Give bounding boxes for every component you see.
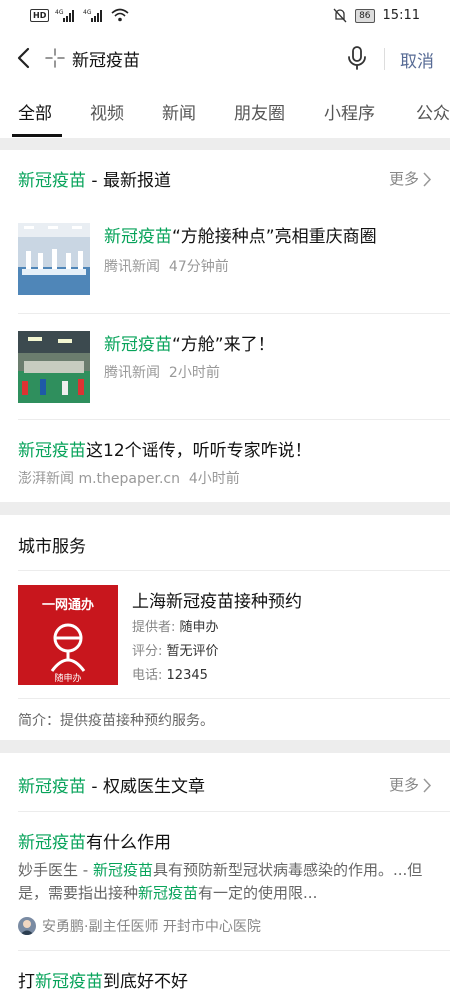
signal-icon: 4G [55, 9, 75, 22]
news-item-meta: 腾讯新闻 2小时前 [104, 365, 220, 381]
service-provider: 提供者: 随申办 [132, 620, 219, 635]
hd-badge: HD [30, 8, 50, 22]
service-phone: 电话: 12345 [132, 668, 208, 683]
svg-text:4G: 4G [83, 9, 92, 16]
divider [18, 570, 450, 571]
battery-icon: 86 [355, 8, 375, 23]
tab-official-accounts[interactable]: 公众 [416, 99, 450, 124]
tab-moments[interactable]: 朋友圈 [234, 99, 285, 124]
active-tab-indicator [12, 134, 62, 137]
news-section-title: 新冠疫苗 - 最新报道 [18, 171, 171, 191]
service-rating: 评分: 暂无评价 [132, 644, 219, 659]
service-intro: 简介：提供疫苗接种预约服务。 [18, 713, 214, 729]
divider [18, 698, 450, 699]
news-thumbnail [18, 223, 90, 295]
news-item-title: 新冠疫苗“方舱接种点”亮相重庆商圈 [104, 227, 377, 247]
news-item-title: 新冠疫苗“方舱”来了！ [104, 335, 275, 355]
tab-all[interactable]: 全部 [18, 99, 52, 124]
news-item-meta: 腾讯新闻 47分钟前 [104, 259, 229, 275]
svg-text:随申办: 随申办 [54, 672, 81, 684]
news-section: 新冠疫苗 - 最新报道 更多 新冠疫苗“方舱接种点”亮相重庆商圈 腾讯新闻 47… [0, 150, 450, 502]
search-input[interactable]: 新冠疫苗 [72, 46, 140, 71]
article-snippet: 妙手医生 - 新冠疫苗具有预防新型冠状病毒感染的作用。...但是，需要指出接种新… [18, 861, 423, 902]
article-author: 安勇鹏·副主任医师 开封市中心医院 [18, 916, 261, 936]
articles-section-title: 新冠疫苗 - 权威医生文章 [18, 777, 205, 797]
back-arrow-icon[interactable] [14, 45, 34, 71]
city-service-title: 城市服务 [18, 537, 86, 557]
news-thumbnail [18, 331, 90, 403]
doctor-articles-section: 新冠疫苗 - 权威医生文章 更多 新冠疫苗有什么作用 妙手医生 - 新冠疫苗具有… [0, 753, 450, 1000]
tab-video[interactable]: 视频 [90, 99, 124, 124]
news-more-button[interactable]: 更多 [389, 168, 432, 189]
divider [18, 419, 450, 420]
svg-text:一网通办: 一网通办 [42, 597, 94, 613]
sparkle-icon [45, 48, 65, 68]
article-title: 打新冠疫苗到底好不好 [18, 972, 188, 992]
signal-icon-2: 4G [83, 9, 103, 22]
chevron-right-icon [423, 778, 432, 793]
divider [18, 313, 450, 314]
cancel-button[interactable]: 取消 [400, 47, 434, 72]
wifi-icon [111, 8, 129, 22]
article-title: 新冠疫苗有什么作用 [18, 833, 171, 853]
chevron-right-icon [423, 172, 432, 187]
news-item-meta: 澎湃新闻 m.thepaper.cn 4小时前 [18, 471, 240, 487]
suishenban-logo[interactable]: 一网通办 随申办 [18, 585, 118, 685]
service-name[interactable]: 上海新冠疫苗接种预约 [132, 587, 302, 612]
avatar [18, 917, 36, 935]
search-bar: 新冠疫苗 取消 [0, 32, 450, 84]
status-bar: HD 4G 4G 86 15:11 [0, 0, 450, 32]
divider [18, 811, 450, 812]
city-service-section: 城市服务 一网通办 随申办 上海新冠疫苗接种预约 提供者: 随申办 评分: 暂无… [0, 515, 450, 740]
tab-mini-programs[interactable]: 小程序 [324, 99, 375, 124]
divider [18, 950, 450, 951]
svg-text:4G: 4G [55, 9, 64, 16]
tab-news[interactable]: 新闻 [162, 99, 196, 124]
microphone-icon[interactable] [346, 45, 368, 71]
mute-bell-icon [333, 8, 347, 23]
clock: 15:11 [382, 8, 420, 23]
articles-more-button[interactable]: 更多 [389, 774, 432, 795]
news-item-title: 新冠疫苗这12个谣传，听听专家咋说！ [18, 441, 312, 461]
divider [384, 48, 385, 70]
tab-bar: 全部 视频 新闻 朋友圈 小程序 公众 [0, 84, 450, 138]
